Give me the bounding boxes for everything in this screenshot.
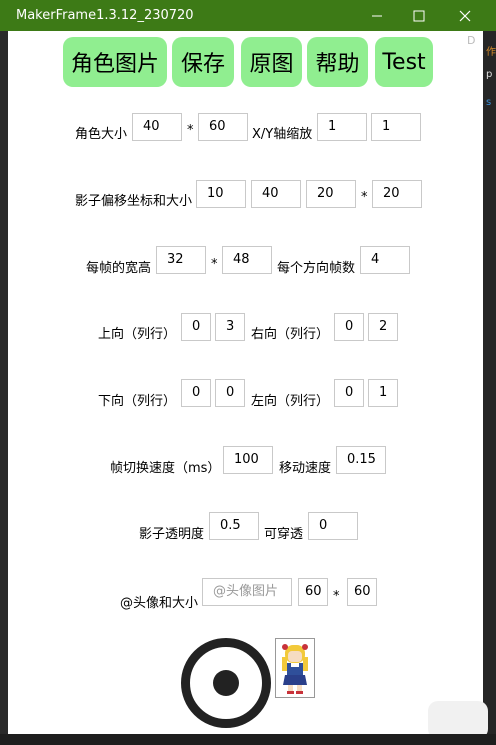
- minimize-button[interactable]: [354, 0, 400, 31]
- frame-count-input[interactable]: 4: [360, 246, 410, 274]
- times-sign: *: [333, 589, 340, 604]
- window-title: MakerFrame1.3.12_230720: [16, 8, 194, 23]
- shadow-x-input[interactable]: 10: [196, 180, 246, 208]
- down-row-input[interactable]: 0: [215, 379, 245, 407]
- up-row-input[interactable]: 3: [215, 313, 245, 341]
- close-icon: [459, 10, 471, 21]
- minimize-icon: [372, 15, 382, 16]
- close-button[interactable]: [442, 0, 488, 31]
- background-char: p: [486, 69, 493, 80]
- background-editor-strip: 作 p s: [483, 31, 496, 745]
- frame-speed-input[interactable]: 100: [223, 446, 273, 474]
- move-speed-input[interactable]: 0.15: [336, 446, 386, 474]
- background-char: 作: [486, 47, 496, 58]
- down-col-input[interactable]: 0: [181, 379, 211, 407]
- shadow-h-input[interactable]: 20: [372, 180, 422, 208]
- character-sprite-icon: [282, 644, 308, 694]
- frame-size-label: 每帧的宽高: [86, 261, 152, 276]
- window-bottom-edge: [0, 734, 496, 745]
- shadow-y-input[interactable]: 40: [251, 180, 301, 208]
- move-speed-label: 移动速度: [279, 461, 332, 476]
- left-col-input[interactable]: 0: [334, 379, 364, 407]
- joystick-knob[interactable]: [213, 670, 239, 696]
- times-sign: *: [361, 190, 368, 205]
- scale-x-input[interactable]: 1: [317, 113, 367, 141]
- title-bar: MakerFrame1.3.12_230720: [0, 0, 496, 31]
- shadow-alpha-label: 影子透明度: [139, 527, 205, 542]
- right-col-input[interactable]: 0: [334, 313, 364, 341]
- frame-count-label: 每个方向帧数: [277, 261, 356, 276]
- role-size-label: 角色大小: [75, 127, 128, 142]
- left-label: 左向（列行）: [251, 394, 330, 409]
- up-label: 上向（列行）: [98, 327, 177, 342]
- avatar-height-input[interactable]: 60: [347, 578, 377, 606]
- avatar-label: @头像和大小: [120, 596, 199, 611]
- main-panel: D 角色图片 保存 原图 帮助 Test 角色大小 40 * 60 X/Y轴缩放…: [8, 31, 488, 739]
- test-button[interactable]: Test: [375, 37, 433, 87]
- up-col-input[interactable]: 0: [181, 313, 211, 341]
- save-button[interactable]: 保存: [172, 37, 234, 87]
- scale-label: X/Y轴缩放: [252, 127, 313, 142]
- passable-input[interactable]: 0: [308, 512, 358, 540]
- help-button[interactable]: 帮助: [307, 37, 368, 87]
- window-left-edge: [0, 31, 8, 734]
- shadow-w-input[interactable]: 20: [306, 180, 356, 208]
- times-sign: *: [187, 123, 194, 138]
- direction-joystick[interactable]: [181, 638, 271, 728]
- maximize-button[interactable]: [396, 0, 442, 31]
- times-sign: *: [211, 257, 218, 272]
- maximize-icon: [413, 10, 425, 21]
- scale-y-input[interactable]: 1: [371, 113, 421, 141]
- right-label: 右向（列行）: [251, 327, 330, 342]
- frame-speed-label: 帧切换速度（ms）: [110, 461, 221, 476]
- role-width-input[interactable]: 40: [132, 113, 182, 141]
- right-row-input[interactable]: 2: [368, 313, 398, 341]
- left-row-input[interactable]: 1: [368, 379, 398, 407]
- side-label: D: [467, 34, 476, 47]
- passable-label: 可穿透: [264, 527, 304, 542]
- original-image-button[interactable]: 原图: [241, 37, 302, 87]
- avatar-width-input[interactable]: 60: [298, 578, 328, 606]
- frame-width-input[interactable]: 32: [156, 246, 206, 274]
- sprite-preview: [275, 638, 315, 698]
- role-height-input[interactable]: 60: [198, 113, 248, 141]
- role-image-button[interactable]: 角色图片: [63, 37, 167, 87]
- down-label: 下向（列行）: [98, 394, 177, 409]
- shadow-label: 影子偏移坐标和大小: [75, 194, 193, 209]
- avatar-image-input[interactable]: @头像图片: [202, 578, 292, 606]
- shadow-alpha-input[interactable]: 0.5: [209, 512, 259, 540]
- frame-height-input[interactable]: 48: [222, 246, 272, 274]
- background-char: s: [486, 97, 492, 108]
